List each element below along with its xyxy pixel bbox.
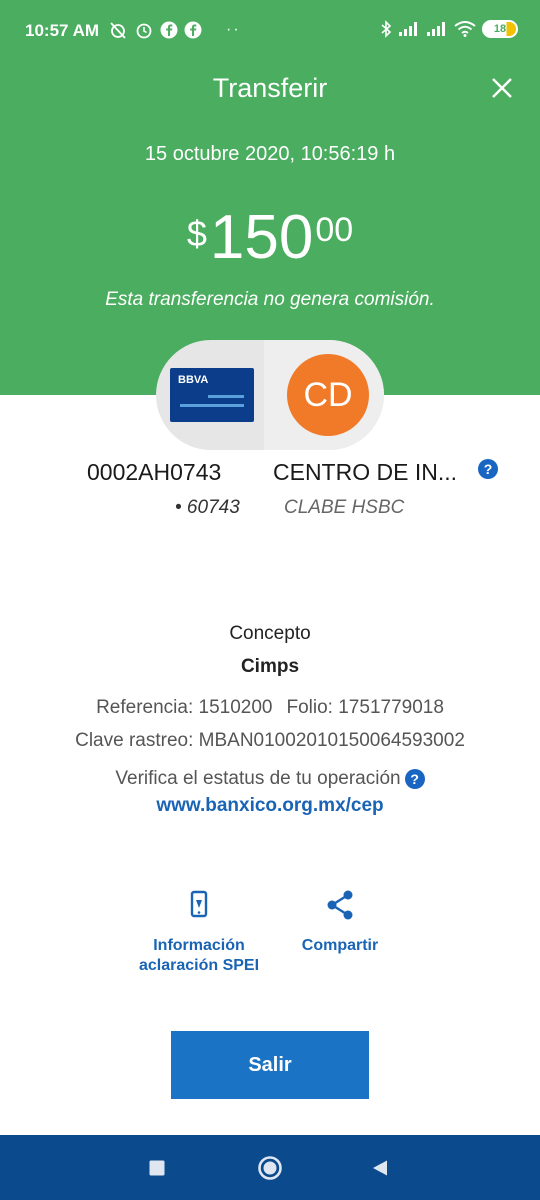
bluetooth-icon (381, 20, 392, 38)
banxico-link[interactable]: www.banxico.org.mx/cep (0, 795, 540, 817)
spei-info-line1: Información (153, 937, 245, 954)
beneficiary-name: CENTRO DE IN... (273, 459, 458, 485)
nav-home-button[interactable] (240, 1135, 300, 1200)
nav-back-button[interactable] (350, 1135, 410, 1200)
facebook-icon (184, 21, 202, 39)
phone-info-icon (190, 890, 208, 918)
share-label: Compartir (301, 937, 379, 954)
facebook-icon (160, 21, 178, 39)
alarm-icon (136, 23, 152, 39)
more-notifications-icon: ·· (226, 21, 241, 38)
card-stripe (180, 404, 244, 407)
spei-info-button[interactable]: Información aclaración SPEI (128, 888, 270, 976)
account-row: 0002AH0743 CENTRO DE IN... (0, 459, 540, 489)
square-icon (149, 1160, 165, 1175)
transfer-date: 15 octubre 2020, 10:56:19 h (144, 143, 396, 165)
alarm-off-icon (110, 22, 126, 39)
verify-text: Verifica el estatus de tu operación (115, 768, 401, 789)
status-left-icons: ·· (108, 20, 241, 40)
bank-logo: BBVA (178, 374, 209, 386)
amount-currency: $ (186, 213, 207, 254)
exit-button[interactable]: Salir (171, 1031, 369, 1099)
account-last-digits: • 60743 (175, 497, 240, 518)
trace-key: Clave rastreo: MBAN01002010150064593002 (75, 730, 465, 751)
reference-row: Referencia: 1510200 Folio: 1751779018 (0, 697, 540, 719)
commission-note: Esta transferencia no genera comisión. (105, 289, 435, 310)
close-icon[interactable] (488, 74, 516, 102)
concept-value: Cimps (240, 656, 300, 677)
signal-icon (399, 22, 417, 36)
status-right-icons: 18 (380, 20, 518, 38)
status-time: 10:57 AM (25, 21, 100, 40)
concept-label: Concepto (229, 623, 311, 644)
battery-icon: 18 (482, 20, 518, 38)
share-button[interactable]: Compartir (290, 888, 390, 956)
spei-info-line2: aclaración SPEI (138, 957, 260, 974)
transfer-amount: $ 150 00 (0, 207, 540, 269)
folio-text: Folio: 1751779018 (286, 697, 444, 718)
avatar: CD (287, 354, 369, 436)
amount-integer: 150 (209, 203, 314, 272)
status-bar: 10:57 AM ·· 18 (0, 0, 540, 62)
help-icon[interactable]: ? (404, 769, 425, 789)
page-title: Transferir (212, 73, 328, 103)
header-banner: 10:57 AM ·· 18 Transferir 15 octubre 202… (0, 0, 540, 395)
triangle-back-icon (373, 1160, 387, 1175)
help-icon[interactable]: ? (478, 459, 498, 479)
signal-icon (427, 22, 445, 36)
wifi-icon (454, 21, 476, 37)
circle-icon (258, 1155, 282, 1180)
nav-recents-button[interactable] (127, 1135, 187, 1200)
reference-text: Referencia: 1510200 (96, 697, 273, 718)
clabe-bank: CLABE HSBC (284, 497, 405, 518)
account-number: 0002AH0743 (87, 459, 222, 485)
verify-row: Verifica el estatus de tu operación ? (0, 768, 540, 790)
share-icon (327, 890, 353, 920)
navigation-bar (0, 1135, 540, 1200)
card-stripe (208, 395, 244, 398)
amount-decimals: 00 (315, 211, 354, 249)
bank-card-icon: BBVA (170, 368, 254, 422)
